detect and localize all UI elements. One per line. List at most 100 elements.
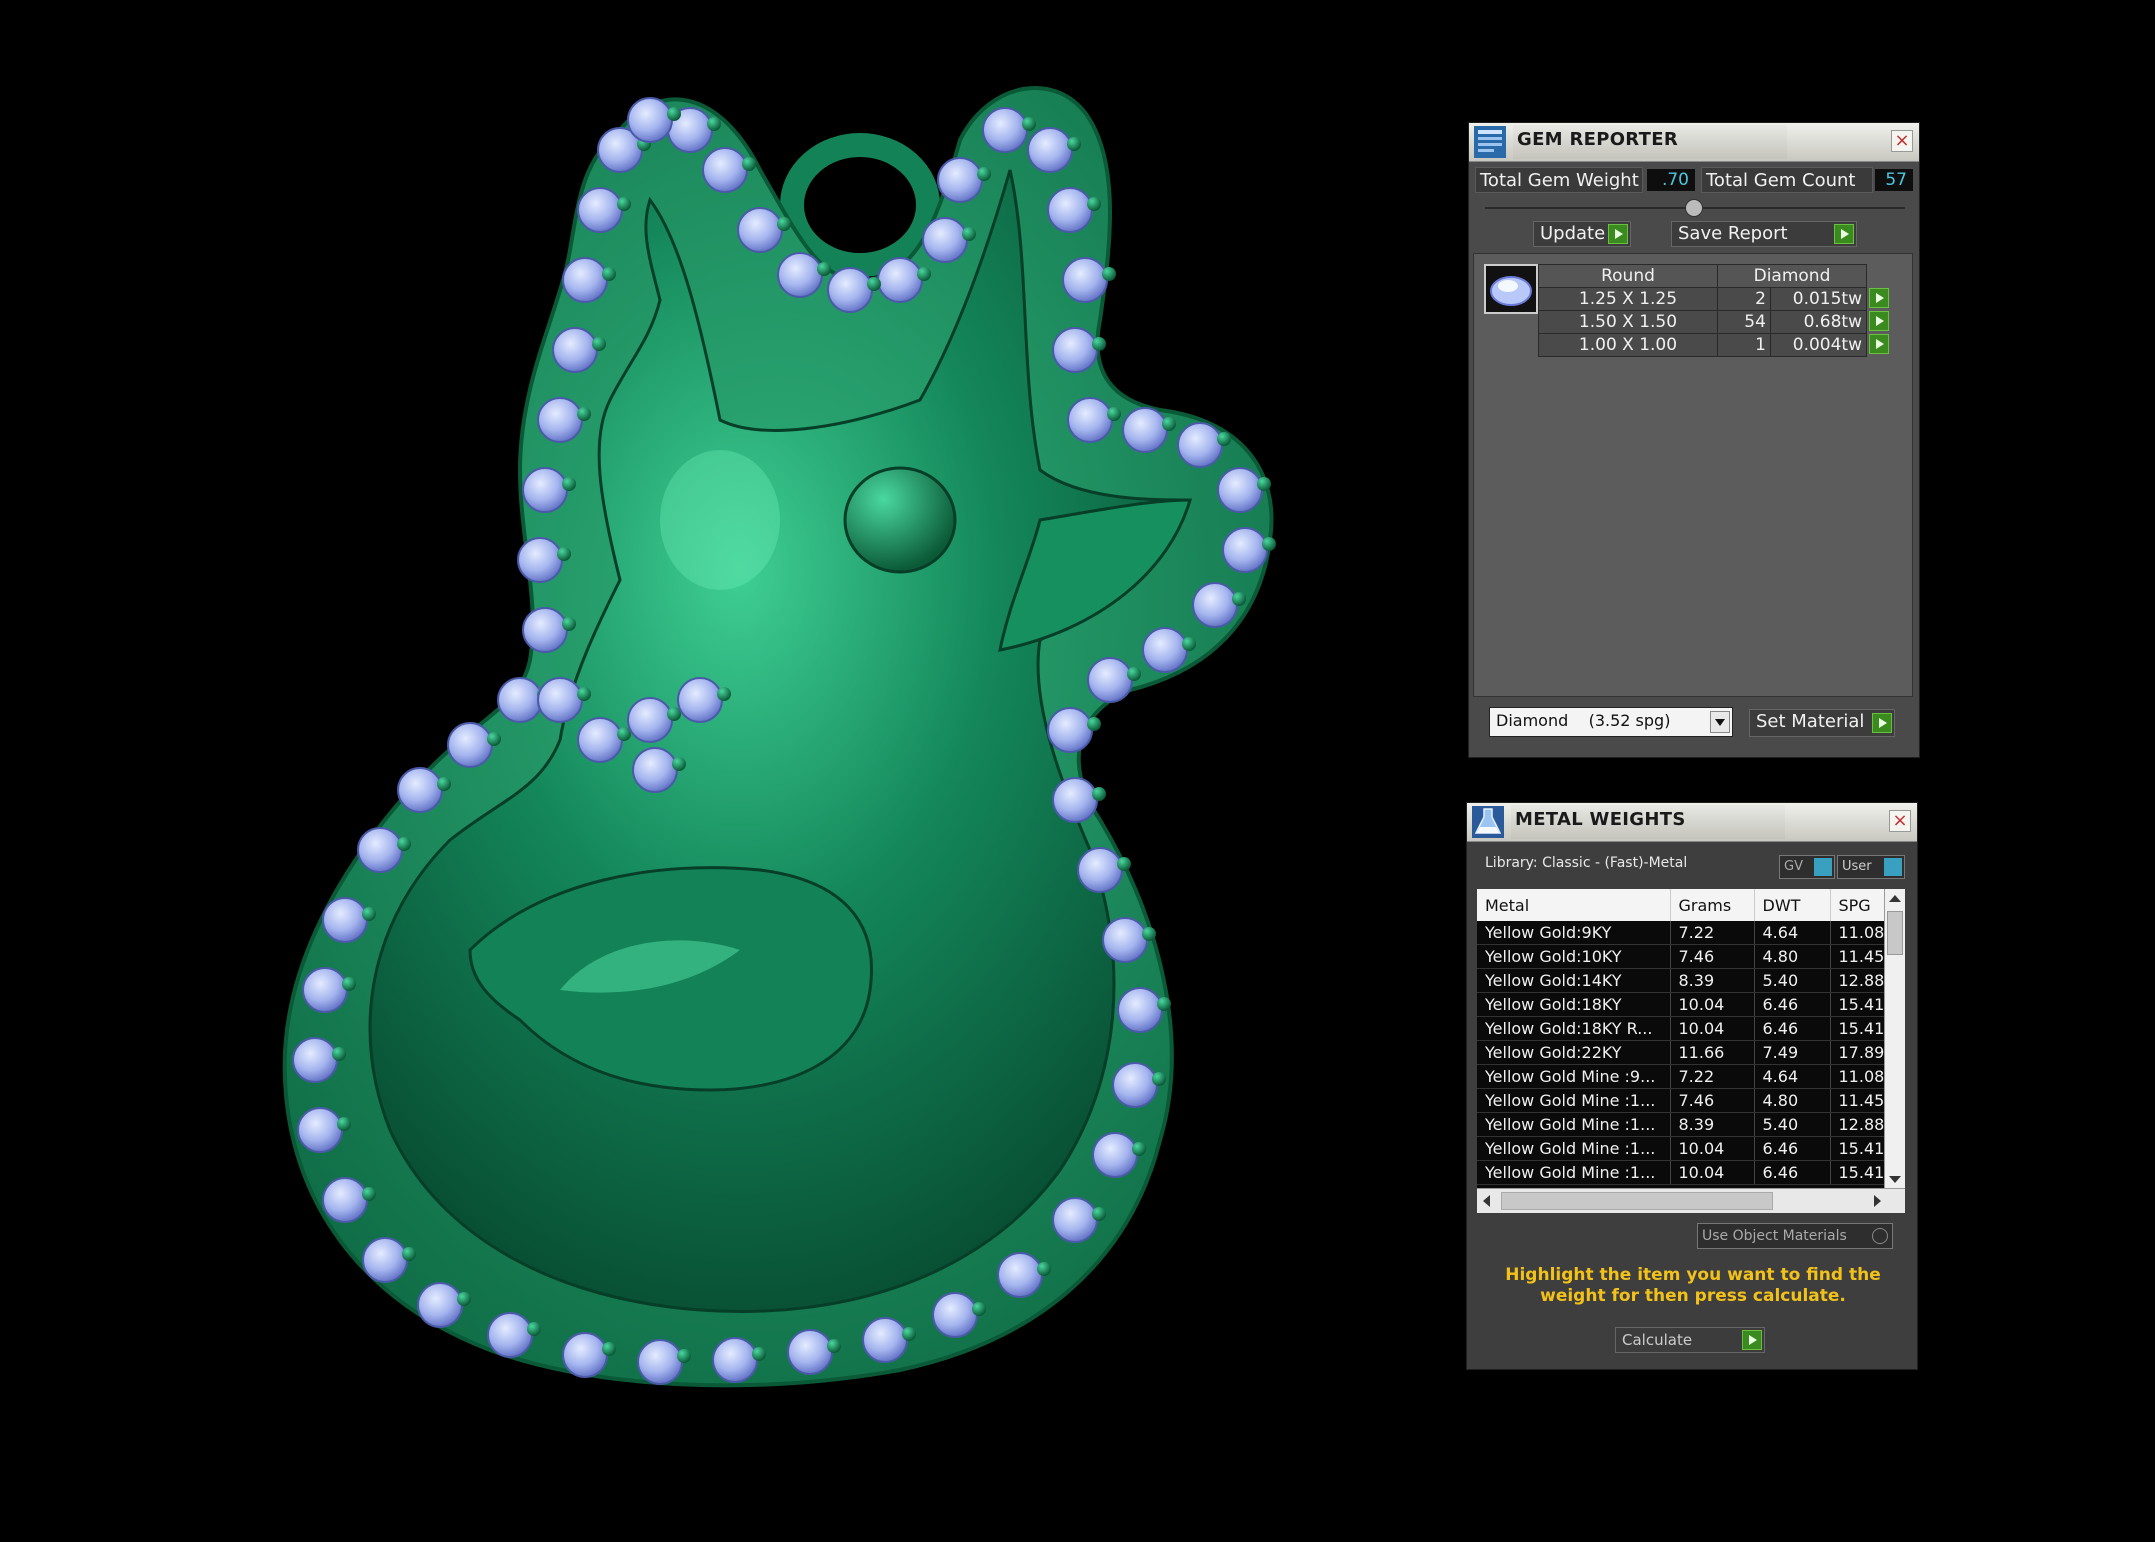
gem-size: 1.50 X 1.50 (1538, 310, 1718, 334)
splitter-handle-icon[interactable] (1685, 199, 1703, 217)
scroll-right-icon[interactable] (1874, 1195, 1881, 1207)
metal-dwt: 6.46 (1754, 992, 1831, 1017)
diamond-gem (487, 1312, 533, 1358)
metal-bead (1117, 857, 1131, 871)
metal-grams: 7.46 (1670, 944, 1755, 969)
model-viewport[interactable] (0, 0, 1420, 1542)
metal-bead (817, 262, 831, 276)
play-icon (1869, 311, 1889, 331)
scroll-thumb[interactable] (1887, 911, 1903, 955)
col-metal[interactable]: Metal (1477, 889, 1671, 921)
col-dwt[interactable]: DWT (1754, 889, 1831, 921)
update-button[interactable]: Update (1533, 221, 1631, 247)
table-row[interactable]: Yellow Gold:9KY 7.22 4.64 11.08 (1477, 921, 1888, 945)
diamond-gem (827, 267, 873, 313)
diamond-gem (1102, 917, 1148, 963)
diamond-gem (637, 1339, 683, 1385)
row-play-button[interactable] (1867, 288, 1889, 310)
metal-bead (402, 1247, 416, 1261)
save-report-button[interactable]: Save Report (1671, 221, 1857, 247)
col-grams[interactable]: Grams (1670, 889, 1755, 921)
user-label: User (1842, 859, 1872, 874)
gem-count: 1 (1717, 333, 1771, 357)
table-row[interactable]: Yellow Gold:14KY 8.39 5.40 12.88 (1477, 968, 1888, 993)
use-object-materials-checkbox[interactable]: Use Object Materials (1697, 1223, 1893, 1249)
toggle-icon (1884, 858, 1902, 876)
table-row[interactable]: Yellow Gold Mine :1... 10.04 6.46 15.41 (1477, 1160, 1888, 1185)
gem-count: 2 (1717, 287, 1771, 311)
metal-grams: 7.46 (1670, 1088, 1755, 1113)
gem-count: 54 (1717, 310, 1771, 334)
metal-name: Yellow Gold Mine :1... (1477, 1112, 1671, 1137)
metal-bead (457, 1292, 471, 1306)
set-material-label: Set Material (1756, 711, 1865, 732)
total-gem-count-value: 57 (1875, 169, 1913, 191)
metal-bead (742, 157, 756, 171)
metal-dwt: 6.46 (1754, 1016, 1831, 1041)
scroll-left-icon[interactable] (1483, 1195, 1490, 1207)
close-icon[interactable]: × (1889, 810, 1911, 832)
horizontal-scrollbar[interactable] (1477, 1188, 1905, 1213)
close-icon[interactable]: × (1891, 130, 1913, 152)
scroll-thumb-h[interactable] (1501, 1192, 1773, 1210)
user-toggle[interactable]: User (1837, 855, 1905, 879)
diamond-gem (1122, 407, 1168, 453)
table-row[interactable]: 1.50 X 1.50 54 0.68tw (1538, 310, 1900, 334)
diamond-gem (522, 607, 568, 653)
diamond-gem (632, 747, 678, 793)
header-diamond: Diamond (1717, 264, 1867, 288)
metal-bead (362, 1187, 376, 1201)
scroll-down-icon[interactable] (1889, 1176, 1901, 1183)
table-row[interactable]: Yellow Gold:18KY R... 10.04 6.46 15.41 (1477, 1016, 1888, 1041)
metal-bead (1087, 717, 1101, 731)
metal-bead (667, 107, 681, 121)
metal-bead (1092, 337, 1106, 351)
table-row[interactable]: Yellow Gold Mine :1... 10.04 6.46 15.41 (1477, 1136, 1888, 1161)
metal-spg: 11.45 (1830, 1088, 1888, 1113)
metal-spg: 15.41 (1830, 992, 1888, 1017)
metal-bead (437, 777, 451, 791)
diamond-gem (497, 677, 543, 723)
col-spg[interactable]: SPG (1830, 889, 1888, 921)
row-play-button[interactable] (1867, 311, 1889, 333)
table-row[interactable]: Yellow Gold:22KY 11.66 7.49 17.89 (1477, 1040, 1888, 1065)
table-row[interactable]: Yellow Gold:18KY 10.04 6.46 15.41 (1477, 992, 1888, 1017)
metal-dwt: 4.80 (1754, 944, 1831, 969)
metal-dwt: 7.49 (1754, 1040, 1831, 1065)
metal-bead (602, 267, 616, 281)
diamond-gem (627, 97, 673, 143)
metal-bead (1152, 1072, 1166, 1086)
metal-weights-titlebar[interactable]: METAL WEIGHTS × (1467, 803, 1917, 842)
diamond-gem (877, 257, 923, 303)
metal-bead (867, 277, 881, 291)
table-row[interactable]: Yellow Gold Mine :9... 7.22 4.64 11.08 (1477, 1064, 1888, 1089)
set-material-button[interactable]: Set Material (1749, 709, 1895, 737)
material-select[interactable]: Diamond (3.52 spg) (1489, 707, 1733, 737)
calculate-button[interactable]: Calculate (1615, 1327, 1765, 1353)
head-highlight (660, 450, 780, 590)
metal-bead (577, 407, 591, 421)
diamond-gem (1062, 257, 1108, 303)
metal-spg: 17.89 (1830, 1040, 1888, 1065)
table-row[interactable]: Yellow Gold:10KY 7.46 4.80 11.45 (1477, 944, 1888, 969)
table-row[interactable]: 1.25 X 1.25 2 0.015tw (1538, 287, 1900, 311)
scroll-up-icon[interactable] (1889, 895, 1901, 902)
play-icon (1869, 334, 1889, 354)
metal-table-container: Metal Grams DWT SPG Yellow Gold:9KY 7.22 4… (1477, 889, 1905, 1213)
metal-name: Yellow Gold:10KY (1477, 944, 1671, 969)
row-play-button[interactable] (1867, 334, 1889, 356)
metal-grams: 10.04 (1670, 992, 1755, 1017)
table-row[interactable]: 1.00 X 1.00 1 0.004tw (1538, 333, 1900, 357)
table-row[interactable]: Yellow Gold Mine :1... 8.39 5.40 12.88 (1477, 1112, 1888, 1137)
diamond-gem (357, 827, 403, 873)
metal-name: Yellow Gold:18KY R... (1477, 1016, 1671, 1041)
vertical-scrollbar[interactable] (1884, 889, 1905, 1189)
diamond-gem (1092, 1132, 1138, 1178)
gem-weight: 0.015tw (1769, 287, 1868, 311)
table-row[interactable]: Yellow Gold Mine :1... 7.46 4.80 11.45 (1477, 1088, 1888, 1113)
gv-toggle[interactable]: GV (1779, 855, 1835, 879)
metal-bead (337, 1117, 351, 1131)
diamond-gem (1077, 847, 1123, 893)
metal-bead (362, 907, 376, 921)
gem-reporter-titlebar[interactable]: GEM REPORTER × (1469, 123, 1919, 162)
